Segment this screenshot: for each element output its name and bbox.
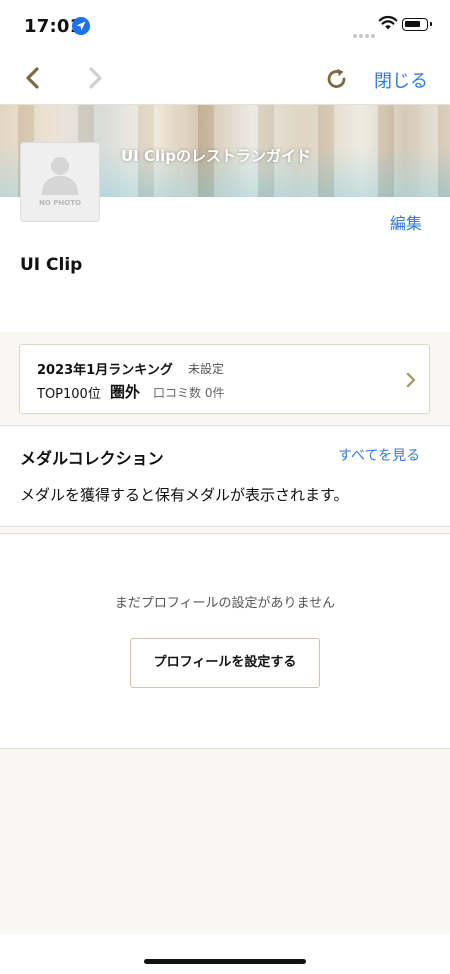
wifi-icon (378, 15, 398, 30)
signal-dots-icon (353, 23, 377, 42)
bottom-bar (0, 934, 450, 974)
ranking-top-label: TOP100位 (37, 387, 101, 402)
avatar[interactable]: NO PHOTO (20, 142, 100, 222)
location-arrow-icon (72, 17, 90, 35)
profile-setup-section: まだプロフィールの設定がありません プロフィールを設定する (0, 533, 450, 749)
reload-icon[interactable] (324, 66, 350, 92)
close-button[interactable]: 閉じる (374, 67, 428, 93)
medal-collection-title: メダルコレクション (20, 449, 164, 468)
edit-button[interactable]: 編集 (390, 210, 422, 234)
medal-collection-section: メダルコレクション すべてを見る メダルを獲得すると保有メダルが表示されます。 (0, 425, 450, 527)
ranking-card[interactable]: 2023年1月ランキング 未設定 TOP100位 圏外 口コミ数 0件 (19, 344, 430, 414)
chevron-right-icon (406, 372, 416, 388)
nav-bar: 閉じる (0, 52, 450, 105)
username: UI Clip (20, 255, 83, 275)
review-count: 口コミ数 0件 (153, 386, 225, 400)
back-arrow-icon[interactable] (20, 65, 46, 91)
medal-description: メダルを獲得すると保有メダルが表示されます。 (20, 486, 349, 504)
home-indicator[interactable] (144, 959, 306, 964)
guide-title: UI Clipのレストランガイド (121, 147, 312, 165)
status-bar: 17:01 (0, 0, 450, 52)
see-all-medals-link[interactable]: すべてを見る (338, 445, 420, 465)
no-photo-label: NO PHOTO (39, 199, 81, 207)
avatar-placeholder-icon (42, 157, 78, 195)
forward-arrow-icon[interactable] (82, 65, 108, 91)
ranking-status: 未設定 (188, 362, 225, 376)
empty-profile-message: まだプロフィールの設定がありません (114, 596, 336, 611)
ranking-top-value: 圏外 (110, 383, 141, 401)
battery-icon (402, 18, 432, 31)
ranking-title: 2023年1月ランキング (37, 363, 173, 378)
setup-profile-button[interactable]: プロフィールを設定する (130, 638, 320, 688)
